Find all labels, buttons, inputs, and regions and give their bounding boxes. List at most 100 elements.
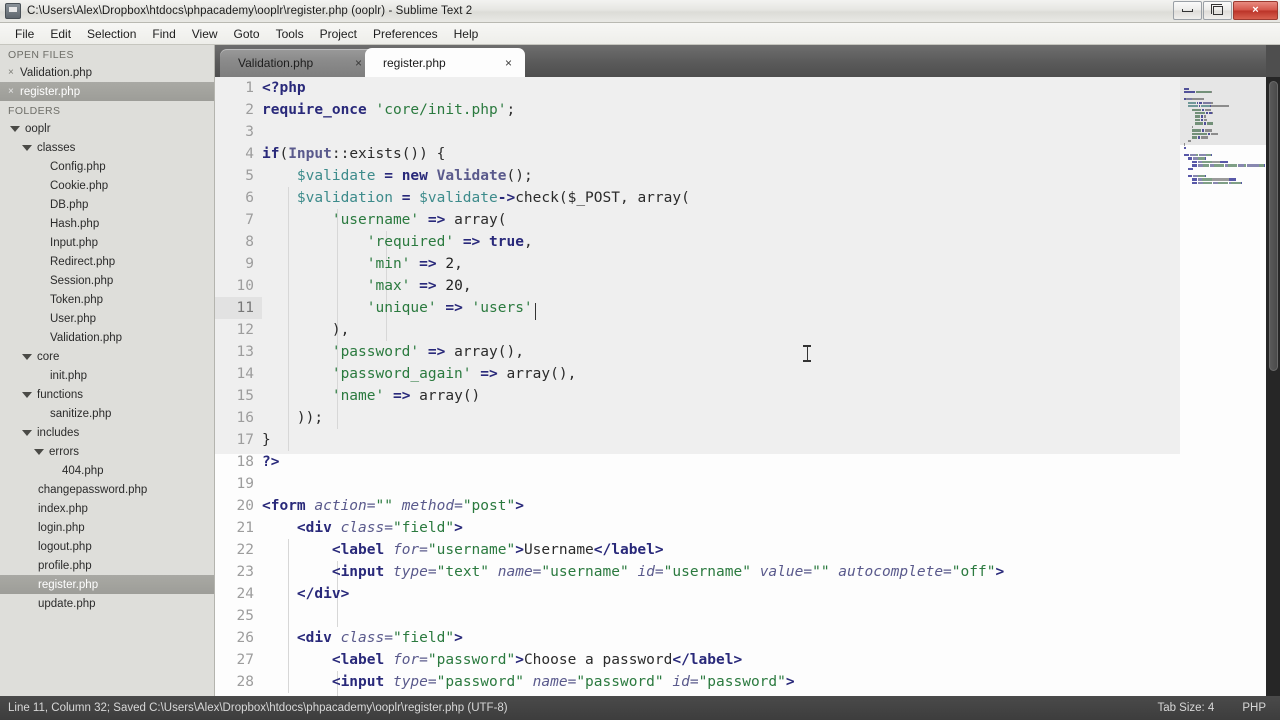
chevron-down-icon[interactable]	[22, 429, 32, 436]
close-file-icon[interactable]: ×	[8, 67, 20, 78]
code-line[interactable]: $validation = $validate->check($_POST, a…	[262, 187, 1280, 209]
file-input-php[interactable]: Input.php	[0, 233, 214, 252]
menu-item-help[interactable]: Help	[446, 25, 487, 43]
menu-item-edit[interactable]: Edit	[42, 25, 79, 43]
file-update-php[interactable]: update.php	[0, 594, 214, 613]
file-redirect-php[interactable]: Redirect.php	[0, 252, 214, 271]
code-line[interactable]: 'name' => array()	[262, 385, 1280, 407]
chevron-down-icon[interactable]	[34, 448, 44, 455]
tab-register-php[interactable]: register.php ×	[365, 48, 525, 77]
close-button[interactable]: ×	[1233, 1, 1278, 20]
code-line[interactable]: <div class="field">	[262, 627, 1280, 649]
code-line[interactable]: 'password_again' => array(),	[262, 363, 1280, 385]
chevron-down-icon[interactable]	[22, 144, 32, 151]
code-line[interactable]: ?>	[262, 451, 1280, 473]
code-line[interactable]: 'unique' => 'users'	[262, 297, 1280, 319]
file-profile-php[interactable]: profile.php	[0, 556, 214, 575]
menu-item-view[interactable]: View	[184, 25, 226, 43]
menu-item-preferences[interactable]: Preferences	[365, 25, 446, 43]
folder-errors[interactable]: errors	[0, 442, 214, 461]
menu-item-tools[interactable]: Tools	[268, 25, 312, 43]
code-line[interactable]: 'username' => array(	[262, 209, 1280, 231]
folder-includes[interactable]: includes	[0, 423, 214, 442]
code-line[interactable]: <input type="text" name="username" id="u…	[262, 561, 1280, 583]
file-logout-php[interactable]: logout.php	[0, 537, 214, 556]
line-number-gutter: 1 2 3 4 5 6 7 8 9 10 11 12 13 14 15 16 17 18 19 20 21 22 23 24 2…	[215, 77, 262, 696]
file-login-php[interactable]: login.php	[0, 518, 214, 537]
token-op: =>	[427, 344, 446, 360]
code-line[interactable]	[262, 121, 1280, 143]
file-db-php[interactable]: DB.php	[0, 195, 214, 214]
minimap[interactable]	[1180, 77, 1266, 696]
file-changepassword-php[interactable]: changepassword.php	[0, 480, 214, 499]
file-404-php[interactable]: 404.php	[0, 461, 214, 480]
code-line[interactable]: require_once 'core/init.php';	[262, 99, 1280, 121]
code-line[interactable]: <input type="password" name="password" i…	[262, 671, 1280, 693]
code-line[interactable]: <div class="field">	[262, 517, 1280, 539]
menu-item-goto[interactable]: Goto	[226, 25, 268, 43]
code-line[interactable]: ),	[262, 319, 1280, 341]
code-line[interactable]: 'required' => true,	[262, 231, 1280, 253]
open-file-register-php[interactable]: × register.php	[0, 82, 214, 101]
code-line[interactable]: 'password' => array(),	[262, 341, 1280, 363]
file-sanitize-php[interactable]: sanitize.php	[0, 404, 214, 423]
code-line[interactable]	[262, 605, 1280, 627]
chevron-down-icon[interactable]	[22, 353, 32, 360]
file-register-php[interactable]: register.php	[0, 575, 214, 594]
code-line[interactable]: <label for="username">Username</label>	[262, 539, 1280, 561]
file-user-php[interactable]: User.php	[0, 309, 214, 328]
line-number: 28	[236, 674, 254, 690]
line-number: 22	[236, 542, 254, 558]
folder-functions[interactable]: functions	[0, 385, 214, 404]
file-session-php[interactable]: Session.php	[0, 271, 214, 290]
code-line[interactable]: 'max' => 20,	[262, 275, 1280, 297]
open-file-validation-php[interactable]: × Validation.php	[0, 63, 214, 82]
scrollbar-thumb[interactable]	[1268, 81, 1278, 371]
file-init-php[interactable]: init.php	[0, 366, 214, 385]
file-index-php[interactable]: index.php	[0, 499, 214, 518]
code-line[interactable]: }	[262, 429, 1280, 451]
chevron-down-icon[interactable]	[22, 391, 32, 398]
code-line[interactable]: <?php	[262, 77, 1280, 99]
folder-classes[interactable]: classes	[0, 138, 214, 157]
token-cls: Input	[288, 146, 332, 162]
chevron-down-icon[interactable]	[10, 125, 20, 132]
code-line[interactable]: $validate = new Validate();	[262, 165, 1280, 187]
code-line[interactable]: </div>	[262, 583, 1280, 605]
code-line[interactable]: <form action="" method="post">	[262, 495, 1280, 517]
tab-close-icon[interactable]: ×	[355, 57, 362, 69]
tab-close-icon[interactable]: ×	[505, 57, 512, 69]
folder-ooplr[interactable]: ooplr	[0, 119, 214, 138]
file-token-php[interactable]: Token.php	[0, 290, 214, 309]
menu-item-selection[interactable]: Selection	[79, 25, 144, 43]
code-line[interactable]: if(Input::exists()) {	[262, 143, 1280, 165]
vertical-scrollbar[interactable]	[1266, 77, 1280, 696]
file-label: register.php	[38, 578, 99, 591]
syntax-indicator[interactable]: PHP	[1228, 702, 1280, 714]
code-line[interactable]: <label for="password">Choose a password<…	[262, 649, 1280, 671]
code-text[interactable]: <?php require_once 'core/init.php'; if(In…	[262, 77, 1280, 693]
folder-core[interactable]: core	[0, 347, 214, 366]
file-config-php[interactable]: Config.php	[0, 157, 214, 176]
code-line[interactable]	[262, 473, 1280, 495]
file-hash-php[interactable]: Hash.php	[0, 214, 214, 233]
menu-item-find[interactable]: Find	[144, 25, 183, 43]
code-line[interactable]: ));	[262, 407, 1280, 429]
restore-button[interactable]	[1203, 1, 1232, 20]
minimize-button[interactable]	[1173, 1, 1202, 20]
code-area[interactable]: 1 2 3 4 5 6 7 8 9 10 11 12 13 14 15 16 17 18 19 20 21 22 23 24 2…	[215, 77, 1280, 696]
code-line[interactable]: 'min' => 2,	[262, 253, 1280, 275]
line-number: 11	[215, 297, 262, 319]
menu-item-project[interactable]: Project	[312, 25, 365, 43]
close-file-icon[interactable]: ×	[8, 86, 20, 97]
minimap-viewport[interactable]	[1180, 77, 1266, 145]
folder-label: core	[37, 350, 60, 363]
tab-validation-php[interactable]: Validation.php ×	[220, 49, 375, 77]
text-caret	[535, 303, 536, 320]
file-validation-php[interactable]: Validation.php	[0, 328, 214, 347]
menu-item-file[interactable]: File	[7, 25, 42, 43]
tab-size-indicator[interactable]: Tab Size: 4	[1143, 702, 1228, 714]
file-cookie-php[interactable]: Cookie.php	[0, 176, 214, 195]
